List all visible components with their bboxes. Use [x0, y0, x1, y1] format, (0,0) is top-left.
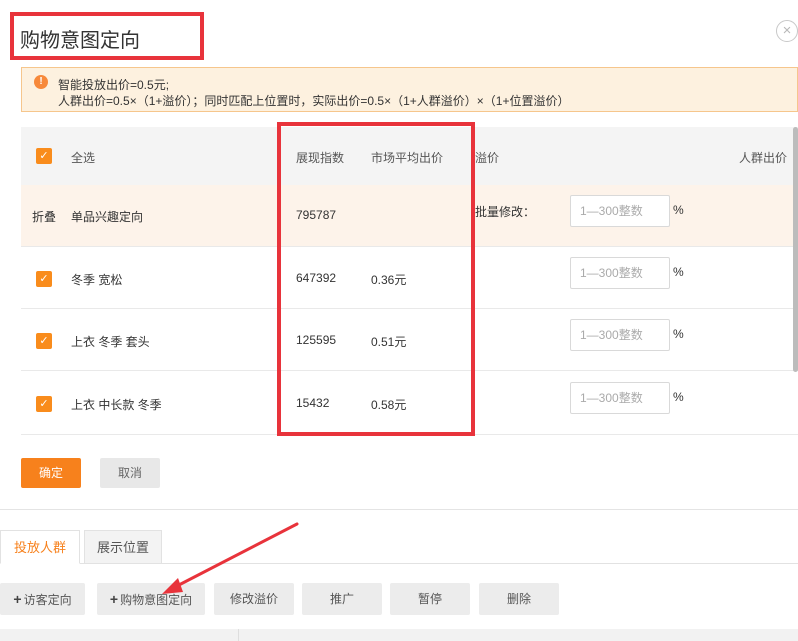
- select-all-checkbox[interactable]: ✓: [36, 148, 52, 164]
- pause-button[interactable]: 暂停: [390, 583, 470, 615]
- table-scrollbar[interactable]: [793, 127, 798, 372]
- collapse-toggle[interactable]: 折叠: [32, 208, 56, 225]
- keyword-name: 上衣 中长款 冬季: [71, 398, 162, 412]
- row-checkbox[interactable]: ✓: [36, 333, 52, 349]
- premium-input[interactable]: 1—300整数: [570, 257, 670, 289]
- cancel-button[interactable]: 取消: [100, 458, 160, 488]
- keyword-name: 上衣 冬季 套头: [71, 335, 150, 349]
- purchase-intent-button[interactable]: + 购物意图定向: [97, 583, 205, 615]
- notice-line-2: 人群出价=0.5×（1+溢价）；同时匹配上位置时，实际出价=0.5×（1+人群溢…: [58, 94, 570, 108]
- purchase-intent-dialog: 购物意图定向 × ! 智能投放出价=0.5元; 人群出价=0.5×（1+溢价）；…: [0, 0, 798, 510]
- tab-bar: 投放人群 展示位置: [0, 530, 798, 564]
- percent-unit: %: [673, 203, 684, 217]
- bottom-strip: [0, 629, 798, 641]
- select-all-label: 全选: [71, 151, 96, 165]
- row-checkbox[interactable]: ✓: [36, 396, 52, 412]
- group-name: 单品兴趣定向: [71, 210, 144, 224]
- warning-icon: !: [34, 75, 48, 89]
- title-highlight-annotation: [10, 12, 204, 60]
- batch-premium-input[interactable]: 1—300整数: [570, 195, 670, 227]
- plus-icon: +: [109, 591, 119, 607]
- tab-crowd[interactable]: 投放人群: [0, 530, 80, 564]
- delete-button[interactable]: 删除: [479, 583, 559, 615]
- premium-header: 溢价: [475, 151, 500, 165]
- bid-notice: ! 智能投放出价=0.5元; 人群出价=0.5×（1+溢价）；同时匹配上位置时，…: [21, 67, 798, 112]
- modify-premium-button[interactable]: 修改溢价: [214, 583, 294, 615]
- plus-icon: +: [13, 591, 22, 607]
- percent-unit: %: [673, 265, 684, 279]
- confirm-button[interactable]: 确定: [21, 458, 81, 488]
- visitor-targeting-button[interactable]: + 访客定向: [0, 583, 85, 615]
- keyword-name: 冬季 宽松: [71, 273, 123, 287]
- tab-position[interactable]: 展示位置: [84, 530, 162, 564]
- percent-unit: %: [673, 327, 684, 341]
- row-checkbox[interactable]: ✓: [36, 271, 52, 287]
- notice-line-1: 智能投放出价=0.5元;: [58, 78, 170, 92]
- percent-unit: %: [673, 390, 684, 404]
- visitor-targeting-label: 访客定向: [23, 593, 72, 607]
- columns-highlight-annotation: [277, 122, 475, 436]
- purchase-intent-label: 购物意图定向: [120, 593, 193, 607]
- divider: [238, 629, 239, 641]
- batch-edit-label: 批量修改：: [475, 205, 536, 219]
- promote-button[interactable]: 推广: [302, 583, 382, 615]
- close-icon[interactable]: ×: [776, 20, 798, 42]
- premium-input[interactable]: 1—300整数: [570, 319, 670, 351]
- premium-input[interactable]: 1—300整数: [570, 382, 670, 414]
- crowd-bid-header: 人群出价: [739, 151, 788, 165]
